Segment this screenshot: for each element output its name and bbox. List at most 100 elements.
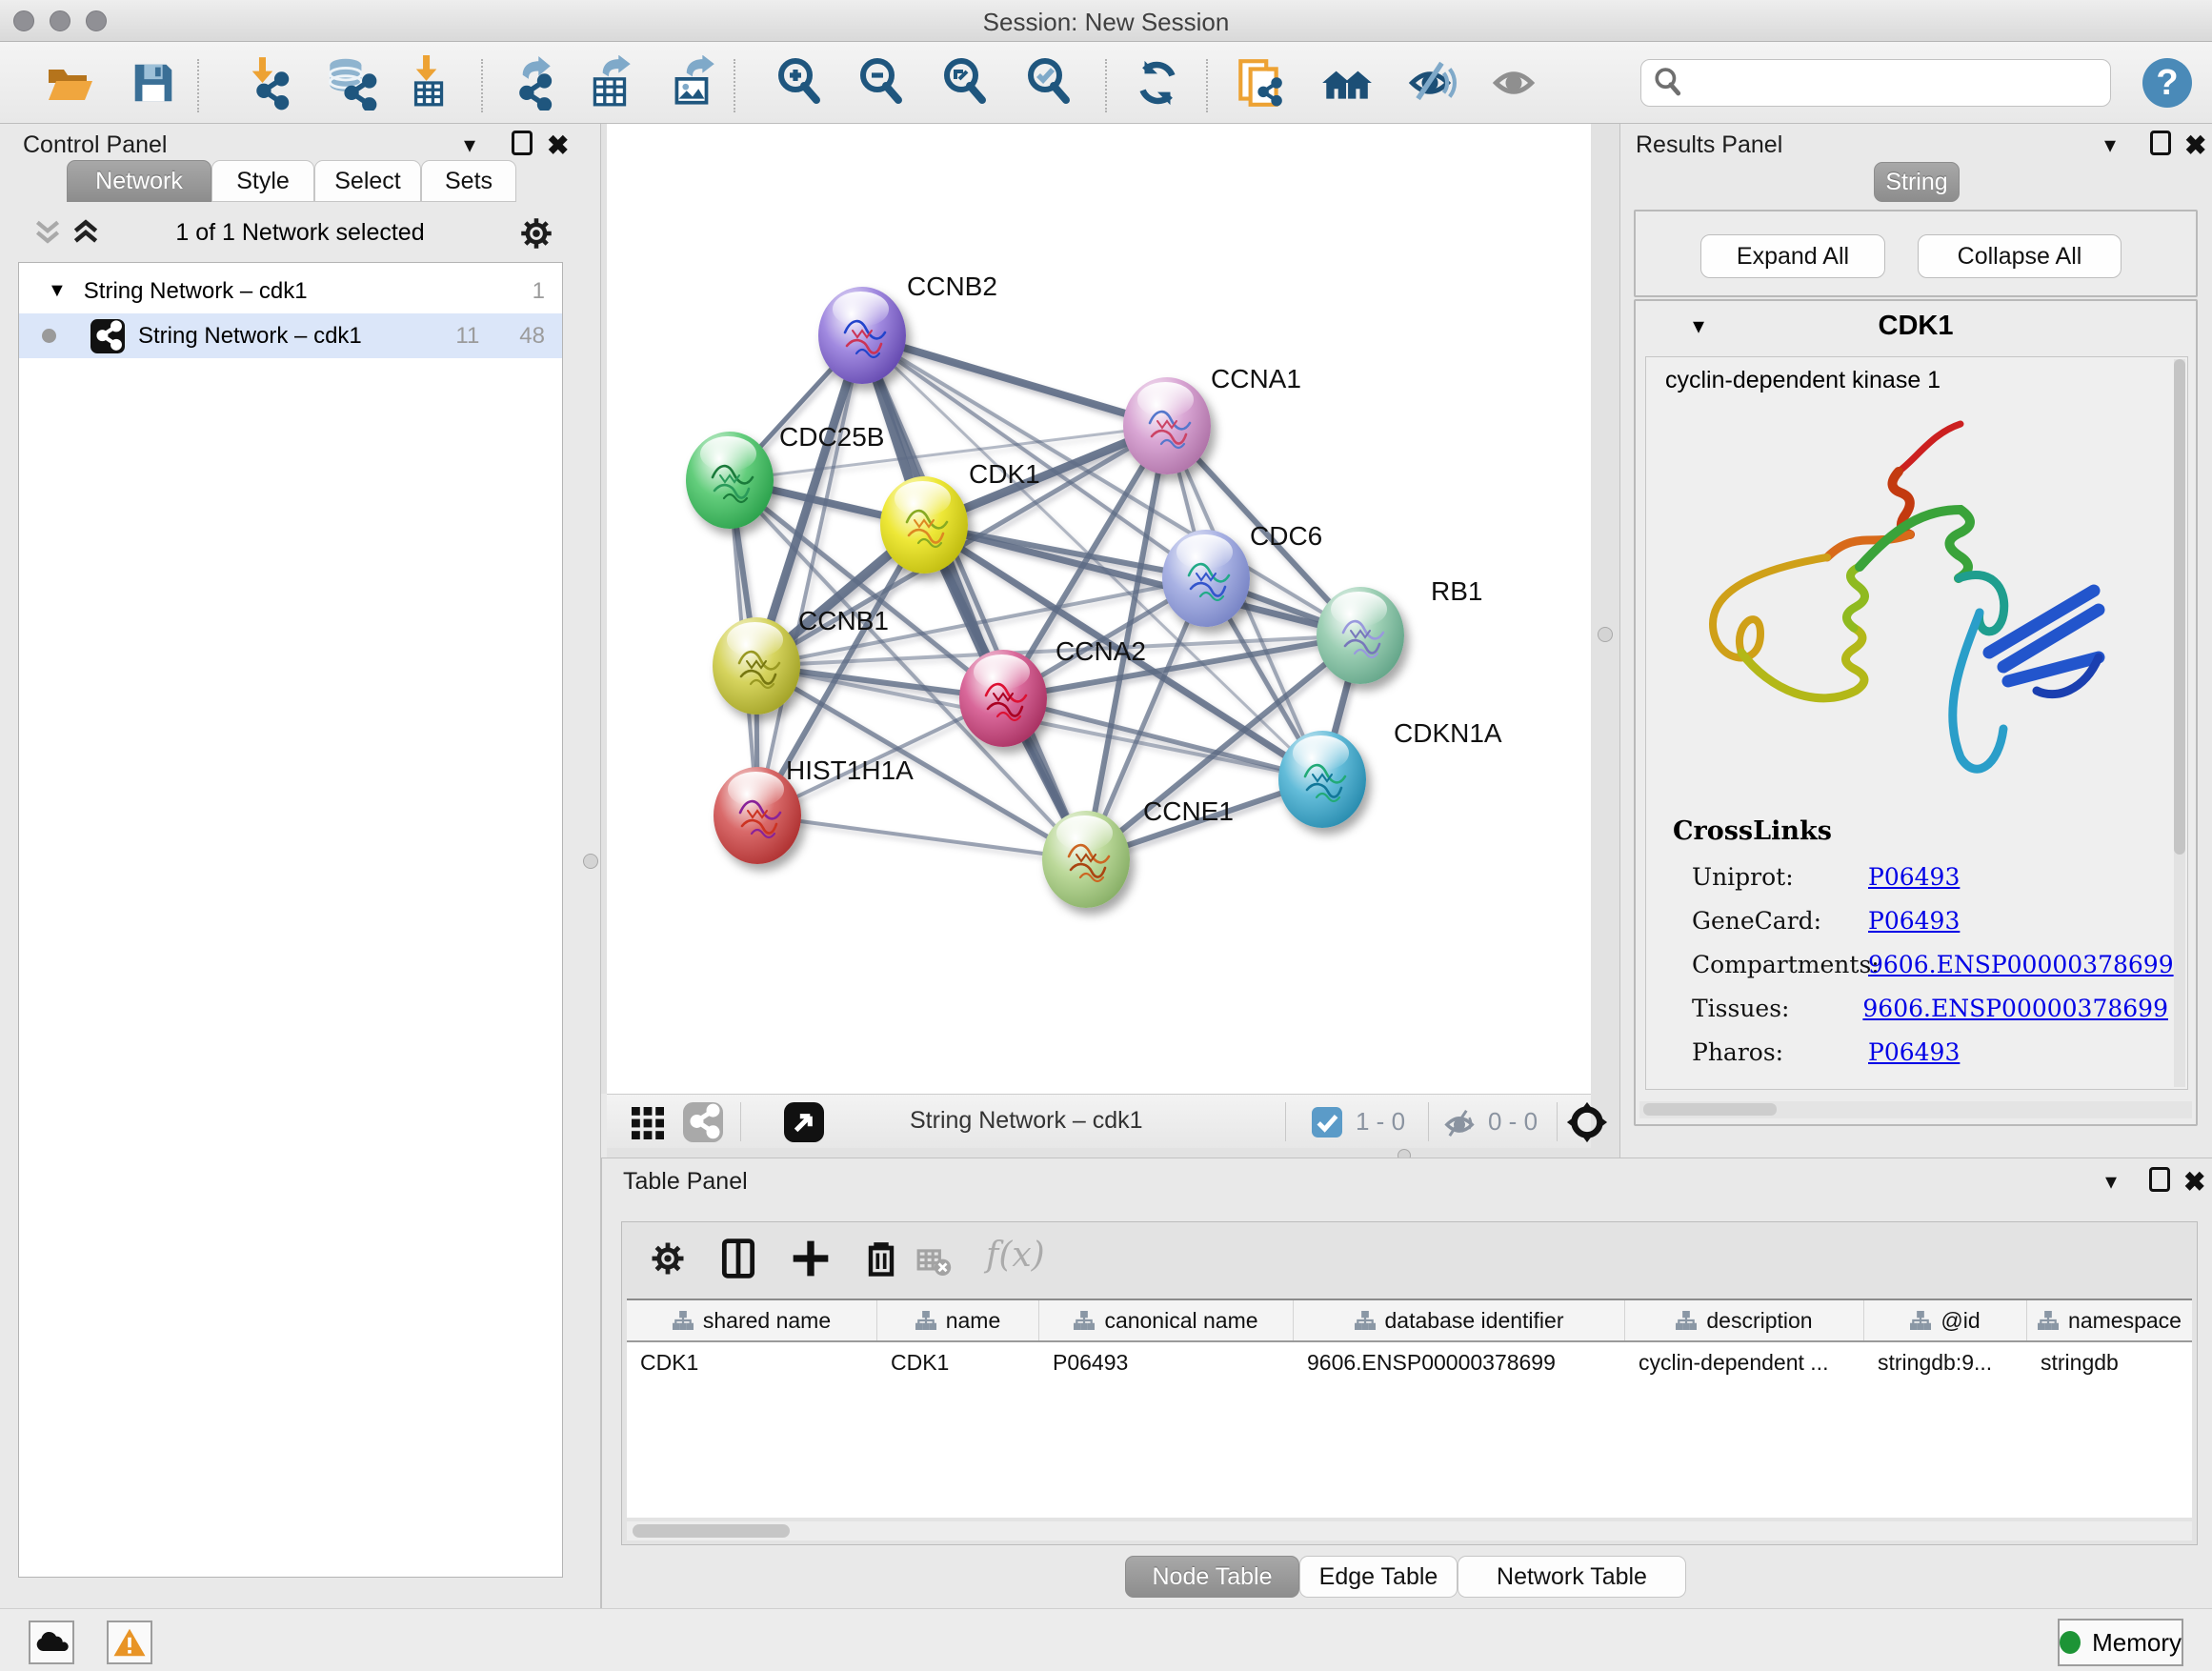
control-panel-close-button[interactable]: ✖ [547,130,569,161]
collapse-all-button[interactable]: Collapse All [1918,234,2122,278]
tab-style[interactable]: Style [211,160,314,202]
network-node-ccnb1[interactable] [713,617,800,715]
table-cell[interactable]: P06493 [1039,1342,1294,1382]
results-panel-float-button[interactable] [2150,131,2171,162]
zoom-in-button[interactable] [774,55,829,111]
network-node-cdkn1a[interactable] [1278,731,1366,828]
results-actions-box: Expand All Collapse All [1634,210,2198,297]
table-cell[interactable]: CDK1 [627,1342,877,1382]
crosslink-link[interactable]: P06493 [1868,907,1960,935]
horizontal-splitter[interactable] [607,1148,1591,1158]
network-node-cdk1[interactable] [880,476,968,574]
tab-edge-table[interactable]: Edge Table [1299,1556,1458,1598]
network-node-cdc6[interactable] [1162,530,1250,627]
column-header-description[interactable]: description [1625,1300,1864,1340]
refresh-network-button[interactable] [1130,55,1185,111]
crosslink-label: Pharos: [1692,1038,1868,1066]
network-node-ccna2[interactable] [959,650,1047,747]
table-panel-menu-arrow[interactable]: ▾ [2105,1168,2117,1196]
help-button[interactable]: ? [2140,55,2195,111]
table-cell[interactable]: stringdb:9... [1864,1342,2027,1382]
function-builder-button[interactable]: f(x) [986,1236,1045,1275]
open-session-button[interactable] [42,55,97,111]
crosslink-link[interactable]: P06493 [1868,863,1960,891]
expand-all-button[interactable]: Expand All [1700,234,1885,278]
detach-view-icon[interactable] [784,1102,824,1142]
export-image-button[interactable] [665,55,720,111]
results-vscrollbar[interactable] [2174,359,2185,1087]
import-database-button[interactable] [322,55,377,111]
hide-selected-button[interactable] [1402,55,1458,111]
table-cell[interactable]: CDK1 [877,1342,1039,1382]
column-header-name[interactable]: name [877,1300,1039,1340]
delete-column-trash-icon[interactable] [860,1238,902,1279]
splitter-handle-right[interactable] [1598,627,1613,642]
add-column-icon[interactable] [790,1238,832,1279]
memory-button[interactable]: Memory [2058,1619,2183,1666]
results-panel-menu-arrow[interactable]: ▾ [2104,131,2116,159]
table-cell[interactable]: 9606.ENSP00000378699 [1294,1342,1625,1382]
export-table-button[interactable] [583,55,638,111]
column-header-namespace[interactable]: namespace [2027,1300,2192,1340]
network-node-ccne1[interactable] [1042,811,1130,908]
birds-eye-icon[interactable] [1565,1100,1609,1144]
table-hscrollbar[interactable] [627,1521,2192,1540]
results-panel: Results Panel ▾ ✖ String Expand All Coll… [1619,124,2212,1158]
string-home-button[interactable] [1318,55,1374,111]
network-view-icon[interactable] [683,1102,723,1142]
table-panel-close-button[interactable]: ✖ [2183,1166,2205,1198]
table-cell[interactable]: cyclin-dependent ... [1625,1342,1864,1382]
tree-expander-icon[interactable]: ▼ [48,280,67,302]
tab-network-table[interactable]: Network Table [1458,1556,1686,1598]
toolbar-divider [481,59,483,112]
network-collection-row[interactable]: ▼ String Network – cdk1 1 [19,269,562,313]
crosslink-link[interactable]: P06493 [1868,1038,1960,1066]
network-node-rb1[interactable] [1317,587,1404,684]
column-header-shared-name[interactable]: shared name [627,1300,877,1340]
table-row[interactable]: CDK1CDK1P064939606.ENSP00000378699cyclin… [627,1342,2192,1382]
grid-view-icon[interactable] [630,1103,668,1141]
zoom-fit-button[interactable] [939,55,995,111]
zoom-selected-button[interactable] [1023,55,1078,111]
network-node-cdc25b[interactable] [686,432,774,529]
clone-network-button[interactable] [1233,55,1288,111]
results-panel-close-button[interactable]: ✖ [2184,130,2206,161]
column-header--id[interactable]: @id [1864,1300,2027,1340]
show-all-button[interactable] [1486,55,1541,111]
network-canvas[interactable]: CCNB2 CCNA1 CDC25B CDK1 [607,124,1591,1094]
selected-checkbox-icon[interactable] [1312,1107,1342,1137]
select-columns-icon[interactable] [717,1238,759,1279]
control-panel-float-button[interactable] [512,131,533,162]
tab-select[interactable]: Select [314,160,421,202]
import-table-button[interactable] [400,55,455,111]
table-settings-gear-icon[interactable] [647,1238,689,1279]
table-panel-float-button[interactable] [2149,1167,2170,1198]
table-cell[interactable]: stringdb [2027,1342,2192,1382]
control-panel-menu-arrow[interactable]: ▾ [464,131,475,159]
zoom-fit-icon [947,61,982,100]
cloud-button[interactable] [29,1621,74,1664]
column-header-database-identifier[interactable]: database identifier [1294,1300,1625,1340]
tab-sets[interactable]: Sets [421,160,516,202]
network-tree: ▼ String Network – cdk1 1 String Network… [18,262,563,1578]
import-network-button[interactable] [238,55,293,111]
zoom-out-button[interactable] [855,55,911,111]
search-input[interactable] [1693,70,2110,96]
network-node-ccnb2[interactable] [818,287,906,384]
tab-node-table[interactable]: Node Table [1125,1556,1299,1598]
save-session-button[interactable] [126,55,181,111]
node-table[interactable]: shared namenamecanonical namedatabase id… [627,1299,2192,1518]
splitter-handle-left[interactable] [583,854,598,869]
results-hscrollbar[interactable] [1639,1101,2192,1118]
crosslink-link[interactable]: 9606.ENSP00000378699 [1862,995,2168,1022]
tab-string[interactable]: String [1874,162,1960,202]
network-options-gear-icon[interactable] [516,213,556,253]
search-field[interactable] [1640,59,2111,107]
export-network-button[interactable] [503,55,558,111]
warnings-button[interactable] [107,1621,152,1664]
column-header-canonical-name[interactable]: canonical name [1039,1300,1294,1340]
network-node-ccna1[interactable] [1123,377,1211,474]
tab-network[interactable]: Network [67,160,211,202]
crosslink-link[interactable]: 9606.ENSP00000378699 [1868,951,2174,978]
network-row-selected[interactable]: String Network – cdk1 11 48 [19,313,562,358]
